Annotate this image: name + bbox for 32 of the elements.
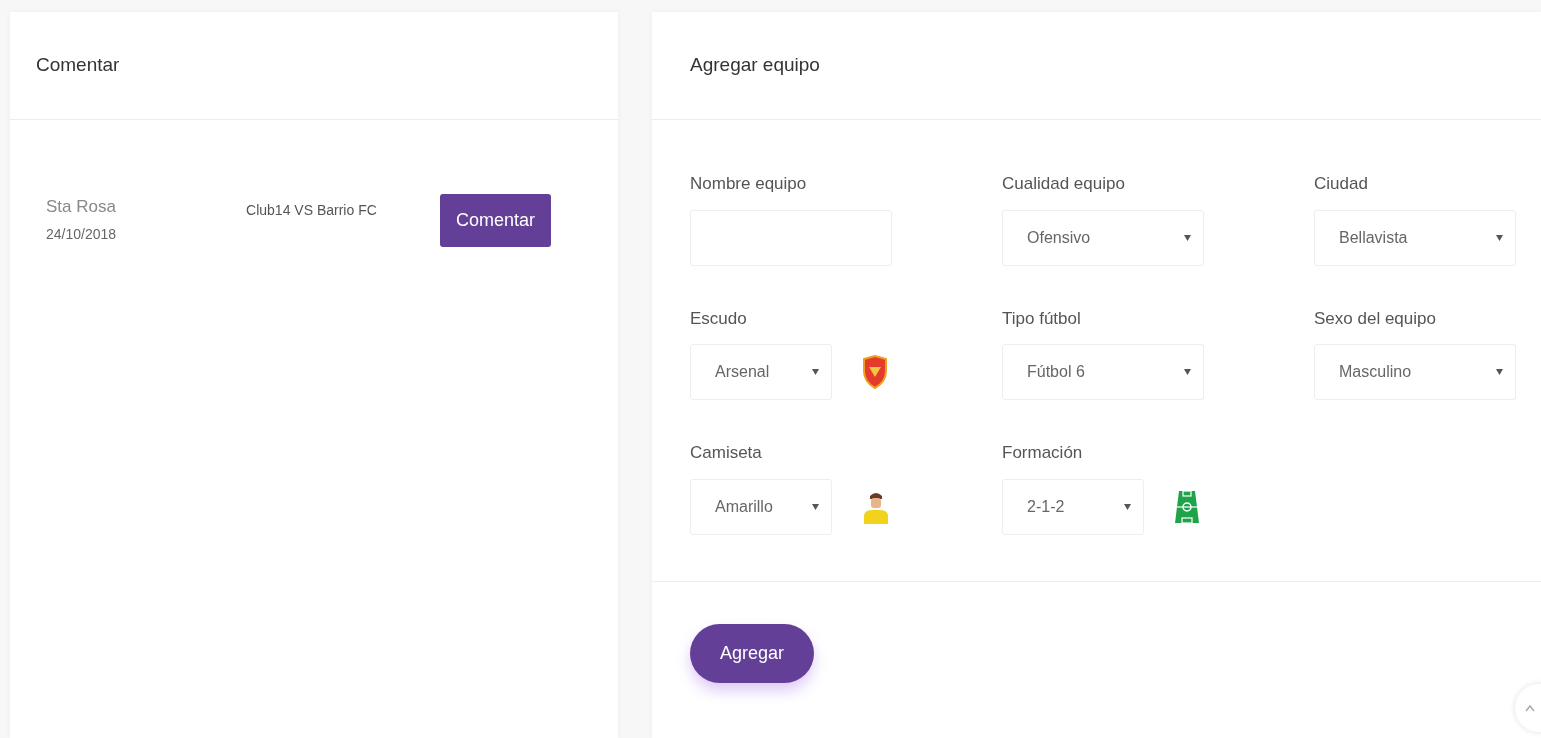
dropdown[interactable]: Arsenal bbox=[690, 344, 832, 400]
field-label: Tipo fútbol bbox=[1002, 307, 1082, 330]
match-teams: Club14 VS Barrio FC bbox=[246, 201, 378, 220]
field-label: Cualidad equipo bbox=[1002, 173, 1126, 195]
field-label: Escudo bbox=[690, 307, 748, 330]
dropdown[interactable]: Bellavista bbox=[1314, 209, 1516, 266]
field-label: Ciudad bbox=[1314, 173, 1369, 195]
venue-name: Sta Rosa bbox=[46, 196, 117, 218]
panel-title: Agregar equipo bbox=[690, 53, 820, 78]
caret-icon bbox=[1184, 369, 1191, 375]
caret-icon bbox=[812, 503, 819, 510]
dropdown[interactable]: 2-1-2 bbox=[1002, 478, 1144, 535]
dropdown[interactable]: Fútbol 6 bbox=[1002, 344, 1204, 400]
pitch-icon bbox=[1174, 489, 1200, 524]
caret-icon bbox=[812, 369, 819, 375]
caret-icon bbox=[1496, 234, 1503, 241]
field-label: Formación bbox=[1002, 442, 1084, 464]
caret-icon bbox=[1124, 503, 1131, 510]
caret-icon bbox=[1184, 234, 1191, 241]
add-button[interactable]: Agregar bbox=[690, 623, 815, 683]
dropdown[interactable]: Amarillo bbox=[690, 478, 832, 535]
panel-title: Comentar bbox=[35, 53, 120, 78]
dropdown[interactable]: Masculino bbox=[1314, 344, 1516, 400]
chevron-up-icon bbox=[1525, 704, 1535, 712]
dropdown[interactable]: Ofensivo bbox=[1002, 209, 1204, 266]
field-label: Nombre equipo bbox=[690, 173, 808, 195]
caret-icon bbox=[1496, 369, 1503, 375]
shield-icon bbox=[862, 355, 888, 389]
field-label: Camiseta bbox=[690, 442, 763, 464]
match-date: 24/10/2018 bbox=[46, 224, 117, 244]
field-label: Sexo del equipo bbox=[1314, 307, 1437, 330]
comment-button[interactable]: Comentar bbox=[440, 194, 552, 247]
